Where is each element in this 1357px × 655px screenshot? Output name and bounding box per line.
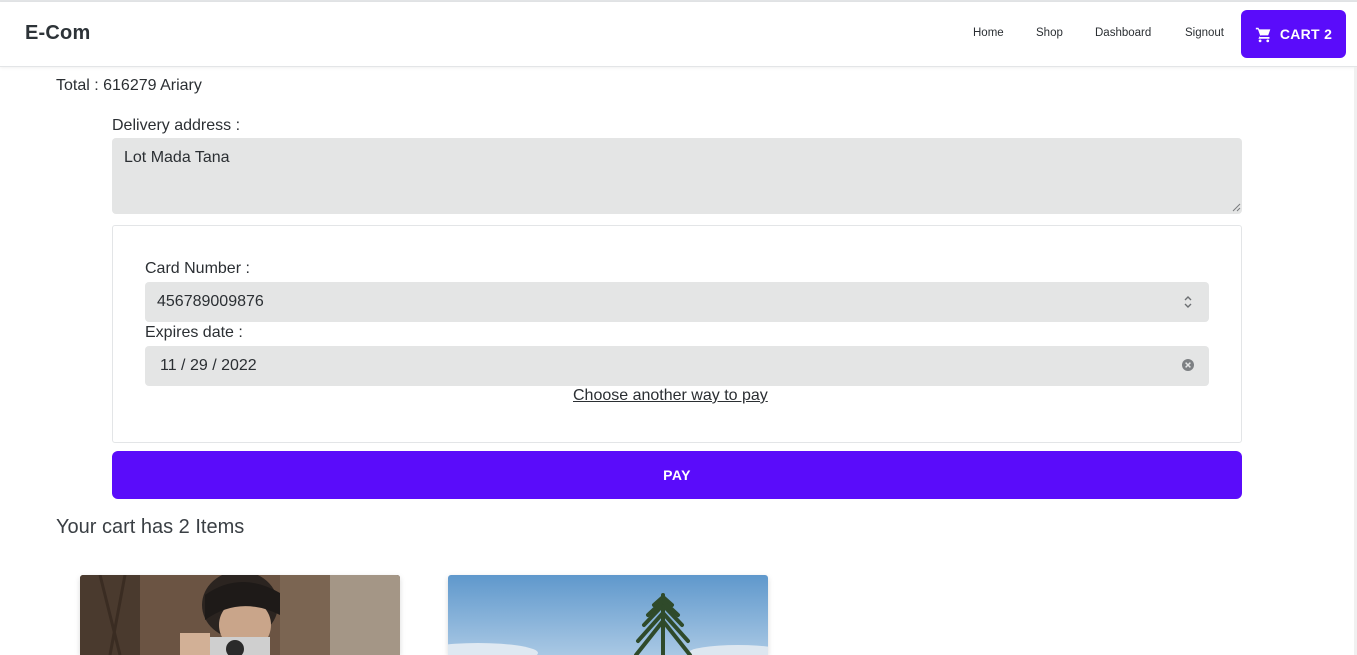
cart-button[interactable]: CART 2 (1241, 10, 1346, 58)
card-number-value: 456789009876 (157, 293, 264, 310)
nav-shop[interactable]: Shop (1036, 27, 1063, 39)
shopping-cart-icon (1255, 26, 1272, 43)
cart-item-1-image[interactable] (80, 575, 400, 655)
cart-item-count: Your cart has 2 Items (56, 516, 245, 538)
delivery-address-label: Delivery address : (112, 117, 241, 134)
number-spinner-icon[interactable] (1183, 294, 1193, 310)
expires-date-label: Expires date : (145, 324, 243, 341)
cart-button-label: CART 2 (1279, 26, 1333, 42)
cart-item-2-image[interactable] (448, 575, 768, 655)
expires-date-input[interactable]: 11 / 29 / 2022 (145, 346, 1209, 386)
brand-logo[interactable]: E-Com (25, 22, 90, 45)
palm-tree-sky-photo (448, 575, 768, 655)
card-payment-panel (112, 225, 1242, 443)
nav-dashboard[interactable]: Dashboard (1095, 27, 1151, 39)
man-with-camera-photo (80, 575, 400, 655)
nav-home[interactable]: Home (973, 27, 1004, 39)
pay-button[interactable]: PAY (112, 451, 1242, 499)
expires-date-value: 11 / 29 / 2022 (160, 357, 257, 374)
delivery-address-input[interactable]: Lot Mada Tana (112, 138, 1242, 214)
clear-date-icon[interactable] (1181, 358, 1195, 372)
resize-grip-icon[interactable] (1229, 200, 1241, 212)
choose-another-payment-link[interactable]: Choose another way to pay (573, 387, 768, 405)
nav-signout[interactable]: Signout (1185, 27, 1224, 39)
card-number-input[interactable]: 456789009876 (145, 282, 1209, 322)
card-number-label: Card Number : (145, 260, 250, 277)
order-total: Total : 616279 Ariary (56, 77, 202, 94)
navbar: E-Com Home Shop Dashboard Signout CART 2 (0, 2, 1357, 67)
